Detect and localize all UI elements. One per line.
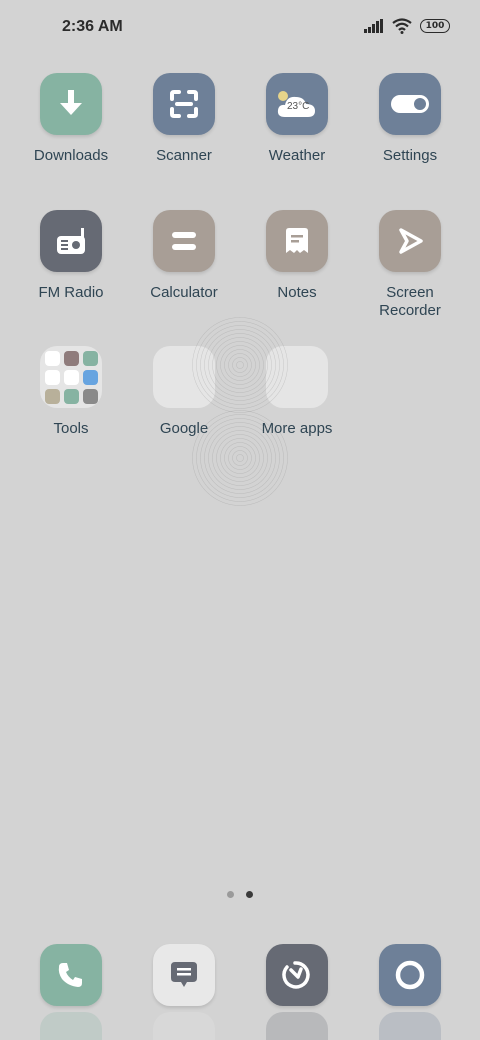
folder-app-icon — [158, 351, 173, 366]
calculator-icon — [153, 210, 215, 272]
status-icons: 100 — [364, 18, 450, 34]
app-label: Screen Recorder — [379, 284, 441, 319]
camera-icon — [395, 960, 425, 990]
app-downloads[interactable]: Downloads — [15, 73, 127, 165]
wifi-icon — [392, 18, 412, 34]
app-calculator[interactable]: Calculator — [128, 210, 240, 302]
app-label: Notes — [277, 284, 317, 301]
phone-icon — [58, 963, 82, 987]
folder-tools[interactable]: Tools — [15, 346, 127, 438]
folder-app-icon — [177, 351, 192, 366]
app-label: FM Radio — [38, 284, 104, 301]
signal-icon — [364, 19, 383, 33]
dock-reflection — [153, 1012, 215, 1040]
folder-app-icon — [44, 370, 60, 385]
toggle-icon — [379, 73, 441, 135]
folder-app-icon — [158, 370, 173, 385]
weather-icon: 23°C — [266, 73, 328, 135]
folder-app-icon — [177, 370, 192, 385]
app-fm-radio[interactable]: FM Radio — [15, 210, 127, 302]
history-icon — [282, 961, 310, 989]
app-label: Calculator — [150, 284, 218, 301]
folder-app-icon — [82, 351, 98, 366]
touch-ripple — [190, 408, 290, 508]
dock-reflection — [266, 1012, 328, 1040]
radio-icon — [40, 210, 102, 272]
app-scanner[interactable]: Scanner — [128, 73, 240, 165]
status-time: 2:36 AM — [62, 18, 123, 35]
notes-icon — [266, 210, 328, 272]
dock-clock[interactable] — [266, 944, 328, 1006]
folder-app-icon — [44, 351, 60, 366]
folder-app-icon — [63, 351, 79, 366]
app-weather[interactable]: 23°C Weather — [241, 73, 353, 165]
app-label: Scanner — [156, 147, 212, 164]
battery-icon: 100 — [420, 19, 450, 33]
folder-app-icon — [177, 389, 192, 404]
folder-app-icon — [44, 389, 60, 404]
folder-app-icon — [82, 370, 98, 385]
dock-messages[interactable] — [153, 944, 215, 1006]
page-indicator[interactable] — [0, 891, 480, 898]
dock-phone[interactable] — [40, 944, 102, 1006]
app-notes[interactable]: Notes — [241, 210, 353, 302]
download-icon — [40, 73, 102, 135]
app-label: Weather — [268, 147, 326, 164]
dock-reflection — [40, 1012, 102, 1040]
screen-recorder-icon — [379, 210, 441, 272]
dock-camera[interactable] — [379, 944, 441, 1006]
folder-app-icon — [158, 389, 173, 404]
folder-app-icon — [63, 370, 79, 385]
folder-icon — [40, 346, 102, 408]
folder-app-icon — [63, 389, 79, 404]
folder-app-icon — [290, 370, 305, 385]
folder-app-icon — [309, 351, 324, 366]
touch-ripple — [192, 317, 288, 413]
app-label: Settings — [382, 147, 438, 164]
folder-app-icon — [82, 389, 98, 404]
page-dot-active[interactable] — [246, 891, 253, 898]
dock-reflection — [379, 1012, 441, 1040]
scanner-icon — [153, 73, 215, 135]
folder-app-icon — [290, 351, 305, 366]
weather-temperature: 23°C — [287, 101, 310, 112]
app-label: Downloads — [33, 147, 109, 164]
message-icon — [171, 962, 197, 987]
app-screen-recorder[interactable]: Screen Recorder — [354, 210, 466, 320]
folder-label: Tools — [53, 420, 89, 437]
status-bar: 2:36 AM 100 — [0, 0, 480, 56]
page-dot[interactable] — [227, 891, 234, 898]
app-settings[interactable]: Settings — [354, 73, 466, 165]
